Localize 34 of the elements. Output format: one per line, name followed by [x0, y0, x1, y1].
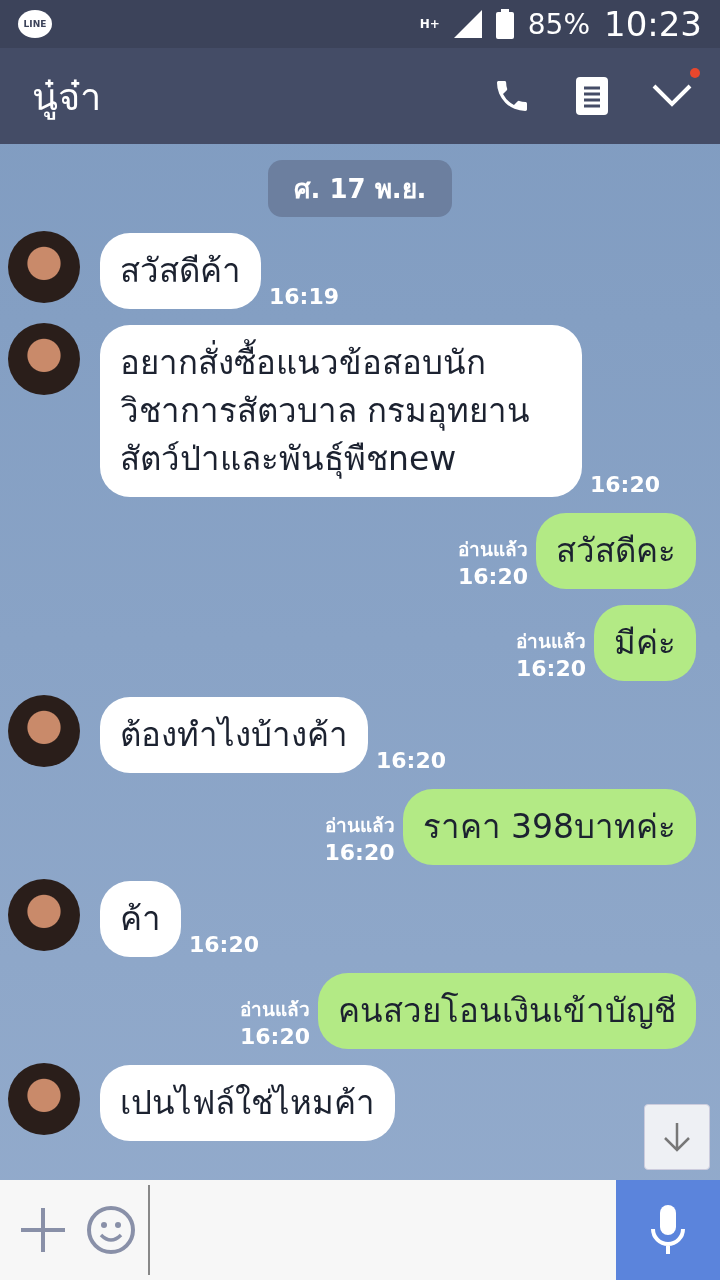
- arrow-down-icon: [662, 1121, 692, 1153]
- message-time: 16:20: [239, 1024, 310, 1049]
- message-time: 16:20: [515, 656, 586, 681]
- network-label: H+: [419, 17, 440, 31]
- date-chip: ศ. 17 พ.ย.: [267, 160, 453, 217]
- microphone-button[interactable]: [616, 1180, 720, 1280]
- chat-title: นู๋จ๋า: [32, 73, 102, 122]
- read-receipt: อ่านแล้ว: [324, 813, 395, 838]
- message-bubble: เปนไฟล์ใช่ไหมค้า: [100, 1065, 395, 1141]
- read-receipt: อ่านแล้ว: [458, 537, 528, 562]
- message-time: 16:20: [189, 932, 260, 957]
- signal-icon: [453, 10, 482, 38]
- read-receipt: อ่านแล้ว: [516, 629, 586, 654]
- message-bubble: มีค่ะ: [594, 605, 696, 681]
- app-badge: LINE: [18, 10, 52, 38]
- scroll-down-button[interactable]: [644, 1104, 710, 1170]
- battery-icon: [495, 9, 514, 39]
- message-time: 16:20: [589, 472, 660, 497]
- message-time: 16:20: [376, 748, 447, 773]
- message-bubble: สวัสดีค้า: [100, 233, 261, 309]
- message-bubble: สวัสดีคะ: [536, 513, 696, 589]
- message-time: 16:19: [269, 284, 340, 309]
- message-bubble: ต้องทำไงบ้างค้า: [100, 697, 368, 773]
- message-time: 16:20: [324, 840, 395, 865]
- read-receipt: อ่านแล้ว: [240, 997, 310, 1022]
- message-time: 16:20: [457, 564, 528, 589]
- clock: 10:23: [604, 4, 702, 44]
- message-bubble: คนสวยโอนเงินเข้าบัญชี: [318, 973, 696, 1049]
- message-bubble: อยากสั่งซื้อแนวข้อสอบนักวิชาการสัตวบาล กรมอุทยานสัตว์ป่าและพันธุ์พืชnew: [100, 325, 582, 497]
- notes-button[interactable]: [576, 77, 608, 115]
- battery-percent: 85%: [527, 7, 590, 41]
- microphone-icon: [650, 1205, 686, 1255]
- message-bubble: ราคา 398บาทค่ะ: [402, 789, 696, 865]
- message-bubble: ค้า: [100, 881, 181, 957]
